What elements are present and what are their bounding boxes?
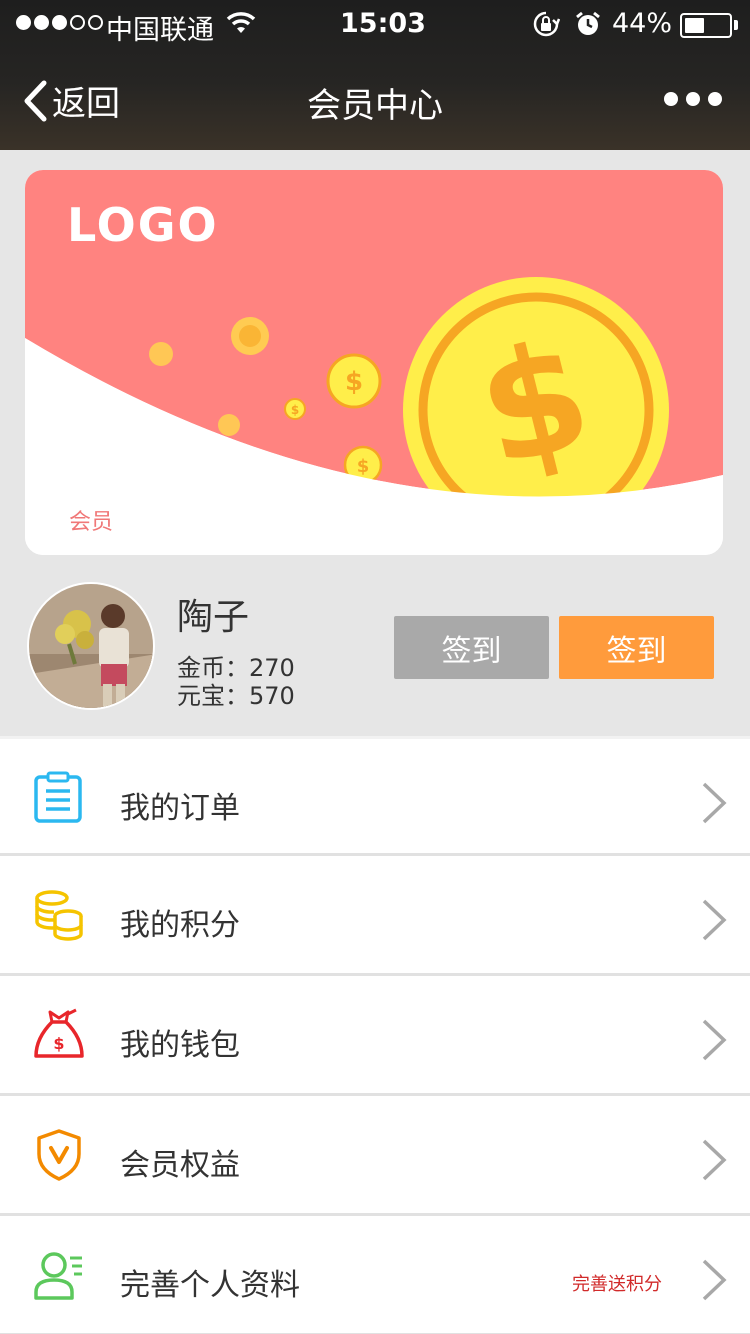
top-bar: 中国联通 15:03 44% 返回 会员中心 — [0, 0, 750, 150]
coin-icon: $ — [326, 353, 382, 409]
brand-logo: LOGO — [67, 198, 219, 252]
signal-strength-icon — [16, 15, 103, 30]
svg-text:$: $ — [291, 403, 299, 417]
menu-item-label: 会员权益 — [120, 1148, 240, 1183]
ingot-balance: 元宝：570 — [177, 682, 295, 710]
menu-list: 我的订单 我的积分 $ 我的钱包 会员权益 完善个人资料 完善送积分 — [0, 736, 750, 1334]
profile-reward-note: 完善送积分 — [572, 1274, 662, 1295]
coin-icon: $ — [284, 398, 306, 420]
status-time: 15:03 — [340, 8, 426, 39]
points-coins-icon — [35, 890, 83, 941]
menu-item-label: 完善个人资料 — [120, 1268, 300, 1303]
order-list-icon — [34, 771, 82, 823]
avatar-photo — [29, 584, 153, 708]
battery-percent: 44% — [612, 8, 673, 39]
member-card: $ $ $ $ LOGO 会员 — [25, 170, 723, 555]
alarm-icon — [574, 10, 602, 45]
carrier-name: 中国联通 — [106, 15, 214, 46]
battery-tip — [734, 20, 738, 30]
page-title: 会员中心 — [307, 86, 443, 126]
menu-item-label: 我的积分 — [120, 908, 240, 943]
menu-item-orders[interactable]: 我的订单 — [0, 736, 750, 856]
avatar[interactable] — [27, 582, 155, 710]
user-info: 陶子 金币：270 元宝：570 签到 签到 — [0, 570, 750, 730]
chevron-right-icon — [702, 782, 727, 824]
menu-item-points[interactable]: 我的积分 — [0, 856, 750, 976]
checkin-button[interactable]: 签到 — [559, 616, 714, 679]
user-name: 陶子 — [177, 597, 250, 638]
menu-item-label: 我的钱包 — [120, 1028, 240, 1063]
svg-text:$: $ — [345, 367, 363, 397]
user-profile-icon — [34, 1252, 82, 1300]
checkin-button-disabled[interactable]: 签到 — [394, 616, 549, 679]
money-bag-icon: $ — [34, 1008, 84, 1058]
battery-icon — [680, 13, 732, 38]
nav-bar: 返回 会员中心 — [0, 50, 750, 150]
card-member-label: 会员 — [69, 510, 114, 535]
svg-text:$: $ — [53, 1034, 64, 1053]
menu-item-label: 我的订单 — [120, 791, 240, 826]
battery-level — [685, 18, 705, 33]
chevron-right-icon — [702, 899, 727, 941]
chevron-right-icon — [702, 1139, 727, 1181]
menu-item-profile[interactable]: 完善个人资料 完善送积分 — [0, 1216, 750, 1334]
vip-shield-icon — [37, 1129, 81, 1181]
chevron-right-icon — [702, 1259, 727, 1301]
wifi-icon — [226, 10, 256, 41]
status-bar: 中国联通 15:03 44% — [0, 0, 750, 50]
menu-item-benefits[interactable]: 会员权益 — [0, 1096, 750, 1216]
more-options-icon[interactable] — [664, 92, 722, 106]
svg-text:$: $ — [357, 456, 370, 477]
rotation-lock-icon — [532, 10, 561, 45]
menu-item-wallet[interactable]: $ 我的钱包 — [0, 976, 750, 1096]
chevron-right-icon — [702, 1019, 727, 1061]
